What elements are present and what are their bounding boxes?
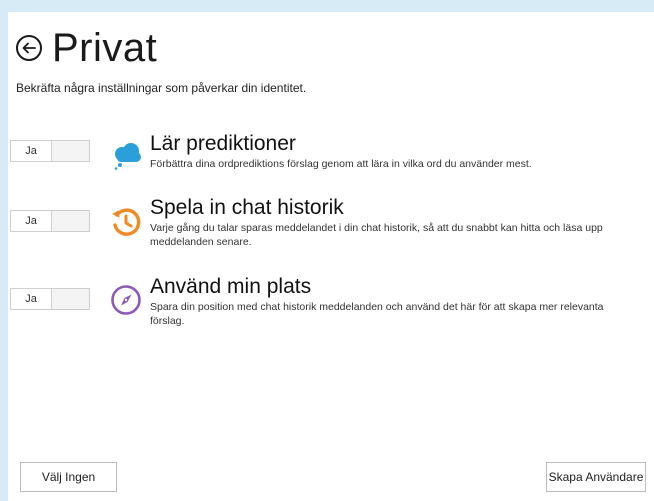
toggle-label: Ja [11,141,52,161]
setting-description: Varje gång du talar sparas meddelandet i… [150,222,603,248]
history-icon [112,208,141,236]
setting-text: Lär prediktioner Förbättra dina ordpredi… [150,132,620,171]
cloud-icon [114,143,141,170]
page-subtitle: Bekräfta några inställningar som påverka… [16,81,307,95]
toggle-track [52,289,89,309]
setting-learn-predictions: Ja Lär prediktioner Förbättra dina ordpr… [10,132,630,192]
setting-use-location: Ja Använd min plats Spara din position m… [10,275,630,335]
use-location-toggle[interactable]: Ja [10,288,90,310]
setting-description: Spara din position med chat historik med… [150,301,604,327]
setting-description: Förbättra dina ordprediktions förslag ge… [150,158,532,170]
back-button[interactable] [16,35,42,61]
setting-title: Spela in chat historik [150,196,344,219]
learn-predictions-toggle[interactable]: Ja [10,140,90,162]
setting-chat-history: Ja Spela in chat historik Varje gång du … [10,196,630,256]
select-none-button[interactable]: Välj Ingen [20,462,117,492]
page-title: Privat [52,26,158,70]
create-user-button[interactable]: Skapa Användare [546,462,646,492]
setting-title: Lär prediktioner [150,132,296,155]
toggle-track [52,211,89,231]
arrow-left-icon [22,42,36,54]
toggle-label: Ja [11,289,52,309]
toggle-label: Ja [11,211,52,231]
toggle-track [52,141,89,161]
compass-icon [111,285,141,315]
setting-title: Använd min plats [150,275,312,298]
chat-history-toggle[interactable]: Ja [10,210,90,232]
setting-text: Använd min plats Spara din position med … [150,275,620,328]
header: Privat [16,28,157,68]
setting-text: Spela in chat historik Varje gång du tal… [150,196,620,249]
